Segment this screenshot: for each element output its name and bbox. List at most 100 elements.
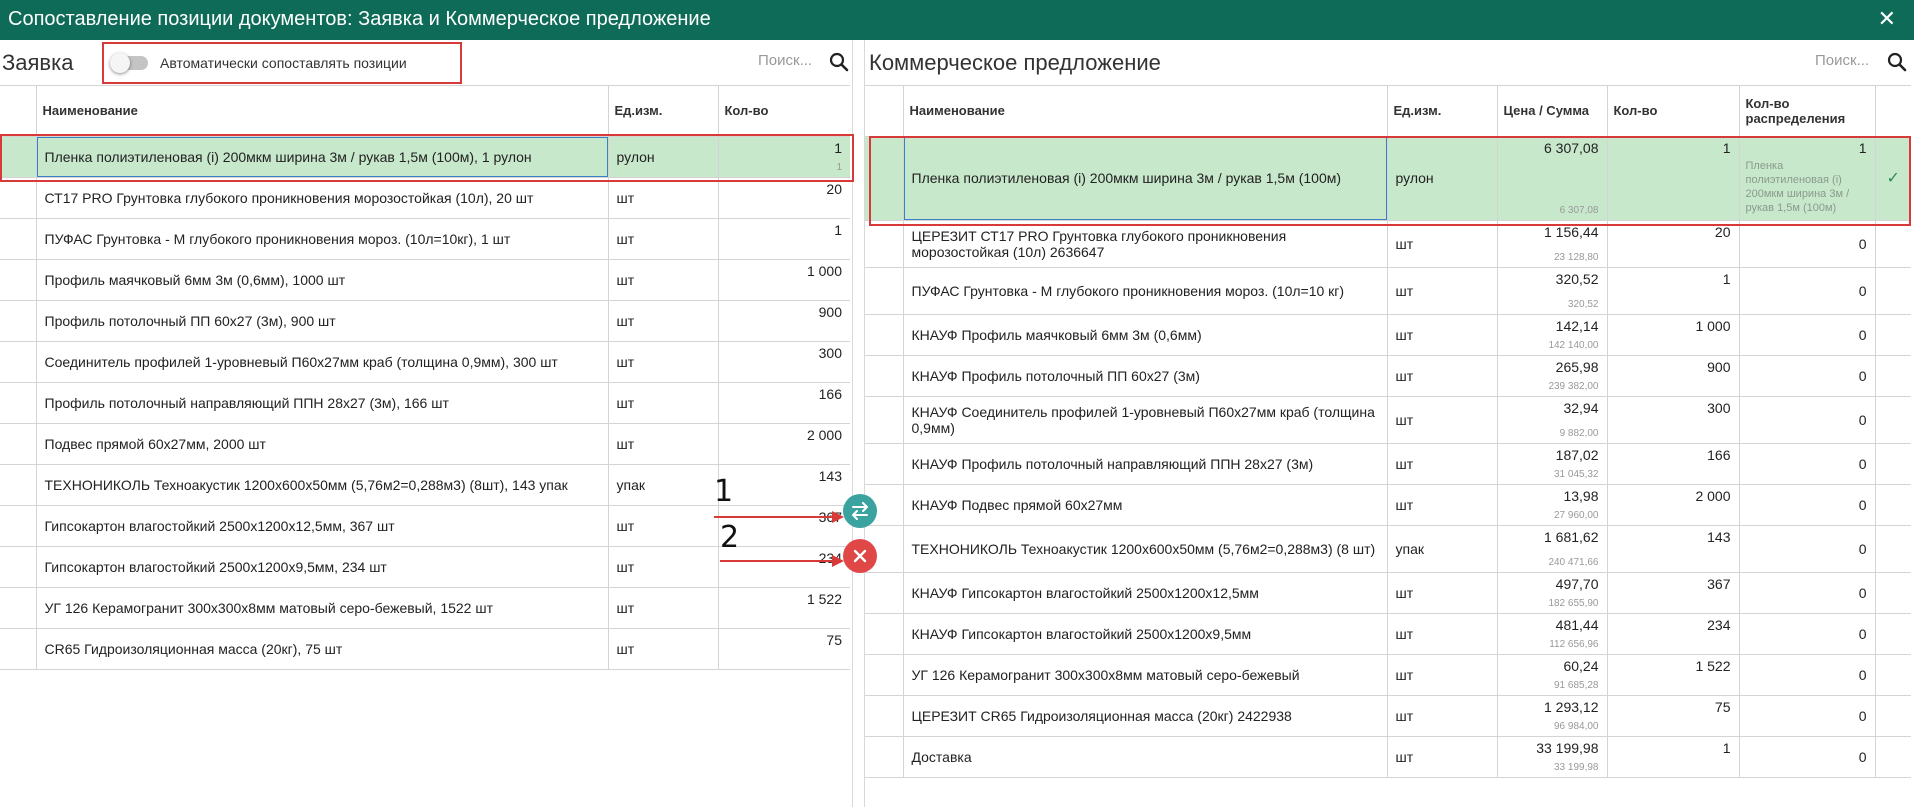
offer-item-qty[interactable]: 20 (1606, 220, 1739, 268)
table-row[interactable]: CR65 Гидроизоляционная масса (20кг), 75 … (0, 628, 850, 670)
table-row[interactable]: ПУФАС Грунтовка - М глубокого проникнове… (0, 218, 850, 260)
offer-search-input[interactable]: Поиск... (1815, 52, 1869, 69)
offer-item-unit[interactable]: шт (1386, 572, 1497, 614)
offer-item-distribution[interactable]: 0 (1738, 736, 1875, 778)
row-select-cell[interactable] (0, 341, 36, 383)
offer-item-price[interactable]: 1 156,44 23 128,80 (1496, 220, 1607, 268)
row-select-cell[interactable] (865, 136, 903, 221)
item-name[interactable]: Гипсокартон влагостойкий 2500х1200х12,5м… (35, 505, 608, 547)
offer-item-unit[interactable]: шт (1386, 314, 1497, 356)
table-row[interactable]: Доставка шт 33 199,98 33 199,98 1 0 (865, 736, 1911, 778)
offer-item-price[interactable]: 33 199,98 33 199,98 (1496, 736, 1607, 778)
item-name[interactable]: ТЕХНОНИКОЛЬ Техноакустик 1200х600х50мм (… (35, 464, 608, 506)
offer-item-unit[interactable]: шт (1386, 654, 1497, 696)
item-qty[interactable]: 143 (717, 464, 850, 506)
offer-item-distribution[interactable]: 0 (1738, 484, 1875, 526)
match-positions-button[interactable] (843, 494, 877, 528)
offer-item-distribution[interactable]: 0 (1738, 220, 1875, 268)
item-qty[interactable]: 1 000 (717, 259, 850, 301)
table-row[interactable]: Пленка полиэтиленовая (i) 200мкм ширина … (0, 136, 850, 178)
item-unit[interactable]: шт (607, 259, 718, 301)
row-select-cell[interactable] (0, 505, 36, 547)
offer-item-price[interactable]: 320,52 320,52 (1496, 267, 1607, 315)
item-name[interactable]: Профиль маячковый 6мм 3м (0,6мм), 1000 ш… (35, 259, 608, 301)
row-select-cell[interactable] (0, 464, 36, 506)
item-unit[interactable]: шт (607, 177, 718, 219)
item-unit[interactable]: шт (607, 587, 718, 629)
offer-item-name[interactable]: КНАУФ Соединитель профилей 1-уровневый П… (902, 396, 1387, 444)
column-header-price[interactable]: Цена / Сумма (1496, 86, 1607, 137)
offer-item-price[interactable]: 481,44 112 656,96 (1496, 613, 1607, 655)
offer-item-unit[interactable]: шт (1386, 484, 1497, 526)
row-select-cell[interactable] (865, 695, 903, 737)
auto-match-toggle[interactable] (110, 53, 148, 73)
item-qty[interactable]: 11 (717, 136, 850, 178)
row-select-cell[interactable] (0, 382, 36, 424)
table-row[interactable]: КНАУФ Профиль маячковый 6мм 3м (0,6мм) шт… (865, 314, 1911, 356)
table-row[interactable]: Соединитель профилей 1-уровневый П60х27м… (0, 341, 850, 383)
offer-item-unit[interactable]: шт (1386, 396, 1497, 444)
offer-item-distribution[interactable]: 0 (1738, 695, 1875, 737)
offer-item-name[interactable]: ПУФАС Грунтовка - М глубокого проникнове… (902, 267, 1387, 315)
row-select-cell[interactable] (865, 654, 903, 696)
offer-item-price[interactable]: 13,98 27 960,00 (1496, 484, 1607, 526)
row-select-cell[interactable] (0, 300, 36, 342)
item-unit[interactable]: шт (607, 382, 718, 424)
offer-item-distribution[interactable]: 0 (1738, 314, 1875, 356)
row-select-cell[interactable] (865, 736, 903, 778)
item-name[interactable]: УГ 126 Керамогранит 300х300х8мм матовый … (35, 587, 608, 629)
offer-item-name[interactable]: КНАУФ Гипсокартон влагостойкий 2500х1200… (902, 613, 1387, 655)
offer-item-unit[interactable]: шт (1386, 613, 1497, 655)
row-select-cell[interactable] (0, 177, 36, 219)
offer-item-price[interactable]: 6 307,08 6 307,08 (1496, 136, 1607, 221)
item-qty[interactable]: 300 (717, 341, 850, 383)
offer-item-distribution[interactable]: 0 (1738, 654, 1875, 696)
offer-item-unit[interactable]: шт (1386, 220, 1497, 268)
column-header-name[interactable]: Наименование (902, 86, 1387, 137)
row-select-cell[interactable] (0, 546, 36, 588)
column-header-unit[interactable]: Ед.изм. (607, 86, 718, 137)
row-select-cell[interactable] (0, 628, 36, 670)
offer-item-name[interactable]: КНАУФ Подвес прямой 60х27мм (902, 484, 1387, 526)
search-icon[interactable] (829, 52, 849, 72)
offer-item-distribution[interactable]: 1 Пленка полиэтиленовая (i) 200мкм ширина… (1738, 136, 1875, 221)
offer-item-name[interactable]: УГ 126 Керамогранит 300х300х8мм матовый … (902, 654, 1387, 696)
item-unit[interactable]: шт (607, 300, 718, 342)
column-header-distribution[interactable]: Кол-во распределения (1738, 86, 1875, 137)
offer-item-qty[interactable]: 2 000 (1606, 484, 1739, 526)
table-row[interactable]: ПУФАС Грунтовка - М глубокого проникнове… (865, 267, 1911, 315)
offer-item-qty[interactable]: 143 (1606, 525, 1739, 573)
offer-item-unit[interactable]: шт (1386, 355, 1497, 397)
row-select-cell[interactable] (865, 267, 903, 315)
item-name[interactable]: CR65 Гидроизоляционная масса (20кг), 75 … (35, 628, 608, 670)
offer-item-price[interactable]: 187,02 31 045,32 (1496, 443, 1607, 485)
offer-item-name[interactable]: ЦЕРЕЗИТ СТ17 PRO Грунтовка глубокого про… (902, 220, 1387, 268)
item-unit[interactable]: шт (607, 423, 718, 465)
item-name[interactable]: СТ17 PRO Грунтовка глубокого проникновен… (35, 177, 608, 219)
offer-item-price[interactable]: 142,14 142 140,00 (1496, 314, 1607, 356)
row-select-cell[interactable] (0, 259, 36, 301)
row-select-cell[interactable] (865, 355, 903, 397)
offer-item-unit[interactable]: шт (1386, 267, 1497, 315)
table-row[interactable]: КНАУФ Соединитель профилей 1-уровневый П… (865, 396, 1911, 444)
table-row[interactable]: Профиль маячковый 6мм 3м (0,6мм), 1000 ш… (0, 259, 850, 301)
row-select-cell[interactable] (865, 572, 903, 614)
table-row[interactable]: КНАУФ Гипсокартон влагостойкий 2500х1200… (865, 613, 1911, 655)
offer-item-distribution[interactable]: 0 (1738, 443, 1875, 485)
table-row[interactable]: ЦЕРЕЗИТ CR65 Гидроизоляционная масса (20… (865, 695, 1911, 737)
table-row[interactable]: Профиль потолочный ПП 60х27 (3м), 900 шт… (0, 300, 850, 342)
offer-item-distribution[interactable]: 0 (1738, 525, 1875, 573)
item-qty[interactable]: 20 (717, 177, 850, 219)
table-row[interactable]: УГ 126 Керамогранит 300х300х8мм матовый … (0, 587, 850, 629)
offer-item-distribution[interactable]: 0 (1738, 613, 1875, 655)
item-qty[interactable]: 1 522 (717, 587, 850, 629)
item-name[interactable]: Гипсокартон влагостойкий 2500х1200х9,5мм… (35, 546, 608, 588)
offer-item-qty[interactable]: 900 (1606, 355, 1739, 397)
column-header-name[interactable]: Наименование (35, 86, 608, 137)
offer-item-name[interactable]: ТЕХНОНИКОЛЬ Техноакустик 1200х600х50мм (… (902, 525, 1387, 573)
offer-item-distribution[interactable]: 0 (1738, 572, 1875, 614)
offer-item-qty[interactable]: 1 (1606, 267, 1739, 315)
offer-item-qty[interactable]: 1 (1606, 736, 1739, 778)
offer-item-price[interactable]: 60,24 91 685,28 (1496, 654, 1607, 696)
item-name[interactable]: Профиль потолочный направляющий ППН 28х2… (35, 382, 608, 424)
